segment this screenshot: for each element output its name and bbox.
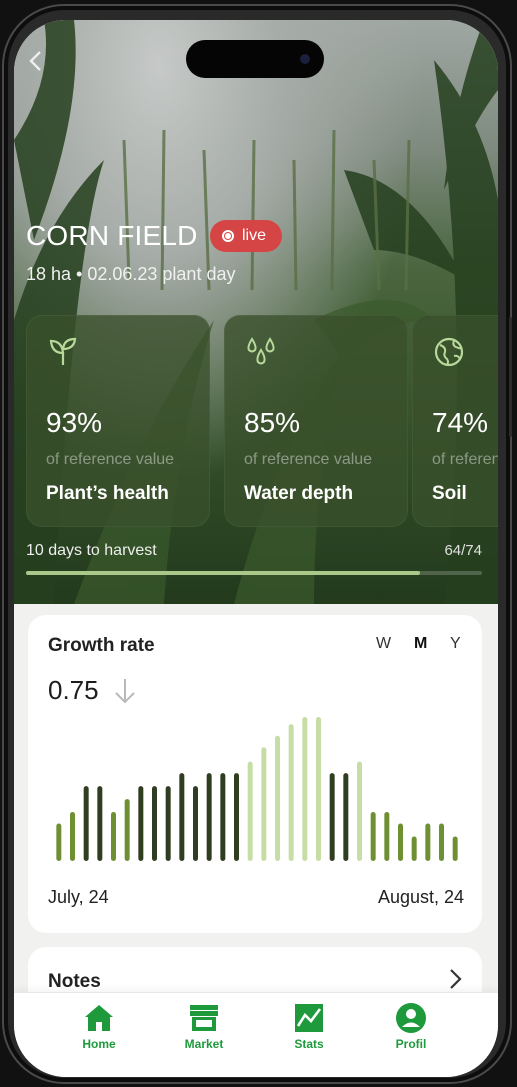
stats-icon <box>295 1004 323 1032</box>
tab-label: Stats <box>294 1037 324 1051</box>
tab-label: Home <box>82 1037 116 1051</box>
tab-bar: Home Market Stats Profil <box>14 992 498 1077</box>
notes-label: Notes <box>48 971 101 992</box>
growth-bar <box>357 761 362 861</box>
growth-bar <box>452 836 458 861</box>
card-value: 74% <box>432 407 489 438</box>
home-icon <box>85 1005 113 1031</box>
camera-island <box>186 40 324 78</box>
camera-dot <box>300 54 310 64</box>
sprout-icon <box>49 337 77 365</box>
hero-image: CORN FIELD live 18 ha • 02.06.23 plant d… <box>14 20 498 604</box>
growth-bar <box>179 773 185 861</box>
side-button <box>509 317 512 437</box>
card-label: Water depth <box>244 483 354 504</box>
growth-bar <box>220 773 226 861</box>
card-soil[interactable]: 74% of reference value Soil <box>412 315 498 527</box>
card-sub: of reference value <box>432 451 498 468</box>
growth-bar <box>152 786 157 861</box>
tab-profil[interactable]: Profil <box>376 1001 446 1051</box>
growth-bar <box>206 773 212 861</box>
growth-value: 0.75 <box>48 675 99 705</box>
card-sub: of reference value <box>46 451 175 468</box>
card-label: Plant’s health <box>46 483 169 504</box>
growth-bar <box>97 786 103 861</box>
growth-rate-card: Growth rate W M Y 0.75 July, 24 August, … <box>28 615 482 933</box>
growth-bar <box>111 812 116 861</box>
period-year[interactable]: Y <box>450 635 461 653</box>
growth-bar <box>70 812 75 861</box>
tab-label: Profil <box>395 1037 427 1051</box>
growth-bar <box>165 786 171 861</box>
live-label: live <box>242 227 267 244</box>
growth-bar <box>439 823 444 861</box>
harvest-count: 64/74 <box>444 542 482 559</box>
growth-bar <box>138 786 144 861</box>
growth-bar <box>124 799 130 861</box>
field-title: CORN FIELD <box>26 220 198 251</box>
back-icon[interactable] <box>28 50 42 78</box>
card-value: 93% <box>46 407 103 438</box>
growth-bar <box>302 717 308 861</box>
live-badge[interactable]: live <box>210 220 283 252</box>
growth-bar <box>193 786 198 861</box>
tab-home[interactable]: Home <box>64 1001 134 1051</box>
growth-bar <box>288 724 294 861</box>
growth-bar <box>398 823 403 861</box>
field-meta: 18 ha • 02.06.23 plant day <box>26 264 236 284</box>
harvest-progress <box>26 571 482 575</box>
growth-bar <box>384 812 390 861</box>
phone-frame: CORN FIELD live 18 ha • 02.06.23 plant d… <box>2 4 512 1084</box>
card-value: 85% <box>244 407 301 438</box>
growth-bar <box>56 823 62 861</box>
growth-bar <box>343 773 349 861</box>
growth-bar <box>316 717 321 861</box>
card-label: Soil <box>432 483 467 504</box>
growth-bar <box>275 735 280 861</box>
growth-bar-chart <box>56 717 458 861</box>
growth-bar <box>247 761 253 861</box>
card-sub: of reference value <box>244 451 373 468</box>
growth-bar <box>370 812 376 861</box>
growth-bar <box>329 773 335 861</box>
record-icon <box>222 230 234 242</box>
card-water-depth[interactable]: 85% of reference value Water depth <box>224 315 408 527</box>
chevron-right-icon <box>450 969 462 989</box>
tab-market[interactable]: Market <box>169 1001 239 1051</box>
growth-bar <box>234 773 239 861</box>
growth-title: Growth rate <box>48 635 155 656</box>
tab-stats[interactable]: Stats <box>274 1001 344 1051</box>
growth-bar <box>425 823 431 861</box>
harvest-text: 10 days to harvest <box>26 542 157 559</box>
store-icon <box>190 1005 218 1031</box>
growth-bar <box>411 836 417 861</box>
period-month[interactable]: M <box>414 635 427 653</box>
tab-label: Market <box>184 1037 224 1051</box>
period-week[interactable]: W <box>376 635 391 653</box>
chart-start-date: July, 24 <box>48 887 109 907</box>
globe-icon <box>434 337 464 367</box>
growth-bar <box>83 786 89 861</box>
arrow-down-icon <box>115 679 135 704</box>
chart-end-date: August, 24 <box>377 887 464 907</box>
card-plants-health[interactable]: 93% of reference value Plant’s health <box>26 315 210 527</box>
harvest-progress-fill <box>26 571 421 575</box>
profile-icon <box>396 1003 426 1033</box>
growth-bar <box>261 747 267 861</box>
screen: CORN FIELD live 18 ha • 02.06.23 plant d… <box>14 20 498 1077</box>
water-drops-icon <box>247 337 275 365</box>
